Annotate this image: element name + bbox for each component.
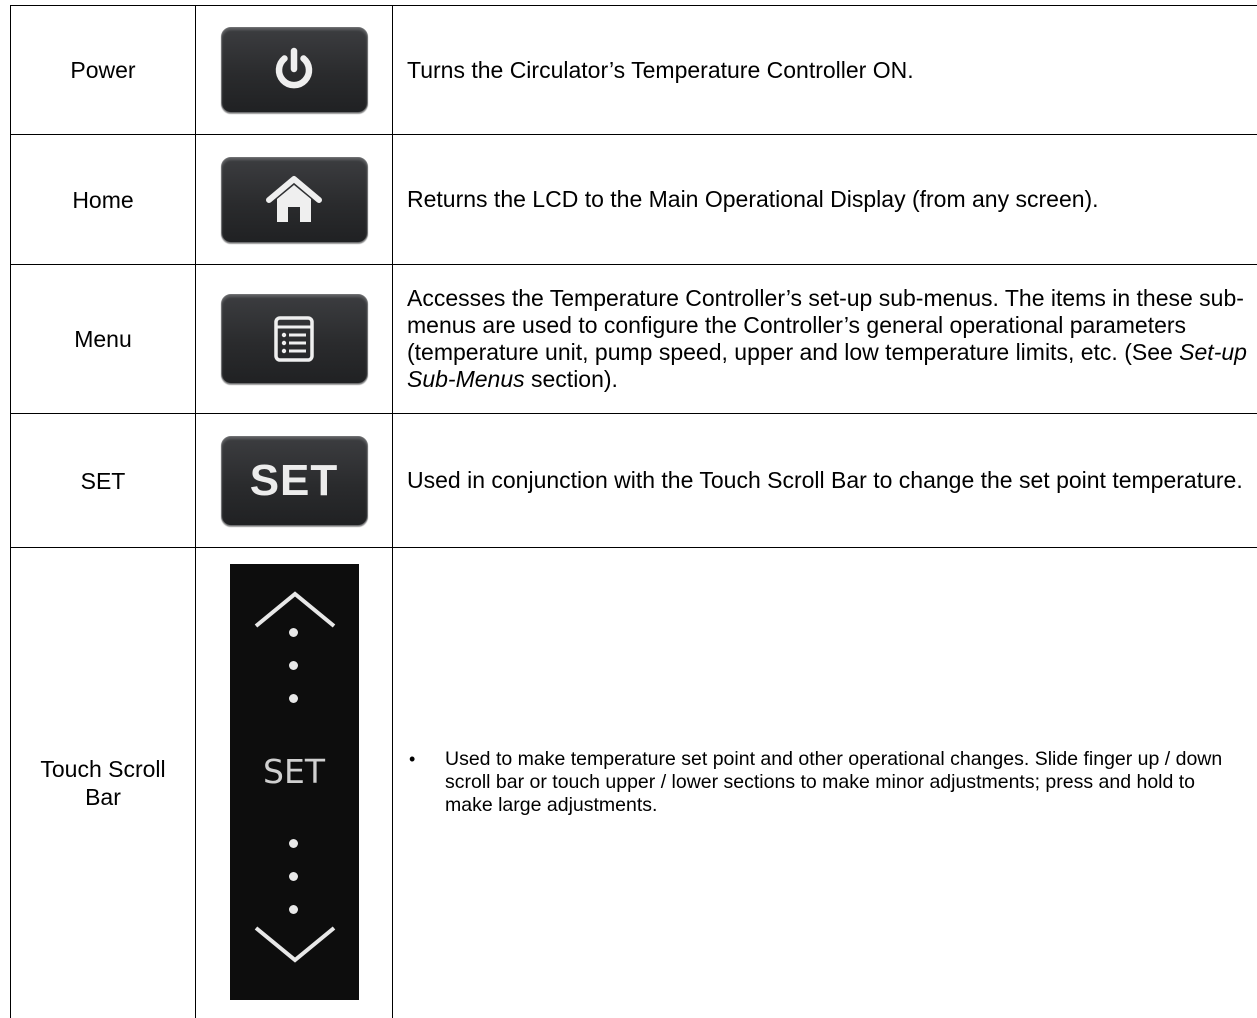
home-icon	[265, 174, 323, 226]
scroll-dot	[289, 661, 298, 670]
table-row: Menu Accesses the Temperature Controller…	[11, 265, 1257, 414]
touch-scroll-bar: SET	[230, 564, 359, 1000]
control-description: Returns the LCD to the Main Operational …	[393, 135, 1257, 265]
controls-table: Power Turns the Circulator’s Temperature…	[10, 5, 1257, 1018]
home-key	[221, 157, 368, 243]
menu-description-end: section).	[525, 366, 618, 392]
menu-key	[221, 294, 368, 384]
table-row: Power Turns the Circulator’s Temperature…	[11, 6, 1257, 135]
control-name: SET	[11, 414, 196, 548]
power-icon	[269, 45, 319, 95]
set-key-cell: SET	[196, 414, 393, 548]
control-description: Used in conjunction with the Touch Scrol…	[393, 414, 1257, 548]
scroll-dot	[289, 905, 298, 914]
table-row: SET SET Used in conjunction with the Tou…	[11, 414, 1257, 548]
home-key-cell	[196, 135, 393, 265]
control-description: • Used to make temperature set point and…	[393, 548, 1257, 1018]
control-name: Touch Scroll Bar	[11, 548, 196, 1018]
menu-key-cell	[196, 265, 393, 414]
scroll-bar-cell: SET	[196, 548, 393, 1018]
scroll-dot	[289, 628, 298, 637]
bullet-marker: •	[409, 748, 445, 770]
scroll-dot	[289, 839, 298, 848]
chevron-up-icon	[253, 590, 337, 630]
control-name: Power	[11, 6, 196, 135]
bullet-item: • Used to make temperature set point and…	[393, 748, 1257, 817]
table-row: Touch Scroll Bar SET • Used	[11, 548, 1257, 1018]
control-name: Home	[11, 135, 196, 265]
table-row: Home Returns the LCD to the Main Operati…	[11, 135, 1257, 265]
power-key	[221, 27, 368, 113]
set-key-label: SET	[250, 456, 339, 506]
bullet-text: Used to make temperature set point and o…	[445, 748, 1226, 817]
control-description: Accesses the Temperature Controller’s se…	[393, 265, 1257, 414]
menu-list-icon	[274, 316, 314, 362]
control-name: Menu	[11, 265, 196, 414]
power-key-cell	[196, 6, 393, 135]
control-description: Turns the Circulator’s Temperature Contr…	[393, 6, 1257, 135]
scroll-bar-set-label: SET	[230, 754, 359, 790]
menu-description-text: Accesses the Temperature Controller’s se…	[407, 285, 1244, 365]
chevron-down-icon	[253, 924, 337, 964]
scroll-dot	[289, 872, 298, 881]
scroll-dot	[289, 694, 298, 703]
set-key: SET	[221, 436, 368, 526]
